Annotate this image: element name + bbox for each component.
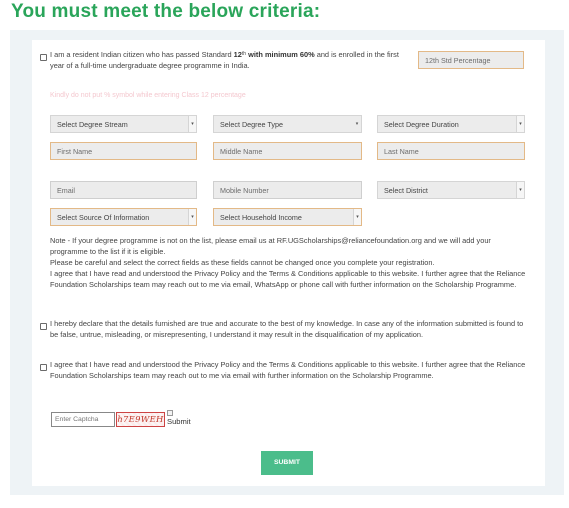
degree-duration-select[interactable]: Select Degree Duration ▾ — [377, 115, 525, 133]
eligibility-checkbox[interactable] — [40, 54, 47, 61]
email-input[interactable]: Email — [50, 181, 197, 199]
accuracy-declaration-checkbox[interactable] — [40, 323, 47, 330]
percentage-hint: Kindly do not put % symbol while enterin… — [50, 92, 246, 99]
caution-text: Please be careful and select the correct… — [50, 258, 435, 267]
household-income-value: Select Household Income — [220, 213, 302, 222]
percentage-input[interactable]: 12th Std Percentage — [418, 51, 524, 69]
chevron-down-icon: ▾ — [353, 209, 361, 225]
first-name-input[interactable]: First Name — [50, 142, 197, 160]
district-value: Select District — [384, 186, 428, 195]
household-income-select[interactable]: Select Household Income ▾ — [213, 208, 362, 226]
degree-duration-value: Select Degree Duration — [384, 120, 459, 129]
eligibility-text: I am a resident Indian citizen who has p… — [50, 50, 399, 70]
district-select[interactable]: Select District ▾ — [377, 181, 525, 199]
privacy-consent-text: I agree that I have read and understood … — [50, 360, 526, 380]
middle-name-input[interactable]: Middle Name — [213, 142, 362, 160]
degree-type-value: Select Degree Type — [220, 120, 283, 129]
chevron-down-icon: ▾ — [355, 121, 359, 127]
captcha-refresh-alt-text: Submit — [167, 417, 191, 426]
privacy-note-text: I agree that I have read and understood … — [50, 269, 526, 289]
degree-stream-select[interactable]: Select Degree Stream ▾ — [50, 115, 197, 133]
source-value: Select Source Of Information — [57, 213, 150, 222]
chevron-down-icon: ▾ — [188, 116, 196, 132]
note-text: Note - If your degree programme is not o… — [50, 236, 491, 256]
chevron-down-icon: ▾ — [188, 209, 196, 225]
degree-type-select[interactable]: Select Degree Type ▾ — [213, 115, 362, 133]
last-name-input[interactable]: Last Name — [377, 142, 525, 160]
chevron-down-icon: ▾ — [516, 116, 524, 132]
broken-image-icon — [167, 410, 173, 416]
chevron-down-icon: ▾ — [516, 182, 524, 198]
mobile-input[interactable]: Mobile Number — [213, 181, 362, 199]
submit-button[interactable]: SUBMIT — [261, 451, 313, 475]
source-select[interactable]: Select Source Of Information ▾ — [50, 208, 197, 226]
accuracy-declaration-text: I hereby declare that the details furnis… — [50, 319, 524, 339]
captcha-refresh-button[interactable]: Submit — [167, 410, 195, 428]
privacy-consent-checkbox[interactable] — [40, 364, 47, 371]
captcha-image: h7E9WEH — [116, 412, 165, 427]
degree-stream-value: Select Degree Stream — [57, 120, 128, 129]
page-heading: You must meet the below criteria: — [11, 1, 321, 22]
captcha-input[interactable]: Enter Captcha — [51, 412, 115, 427]
